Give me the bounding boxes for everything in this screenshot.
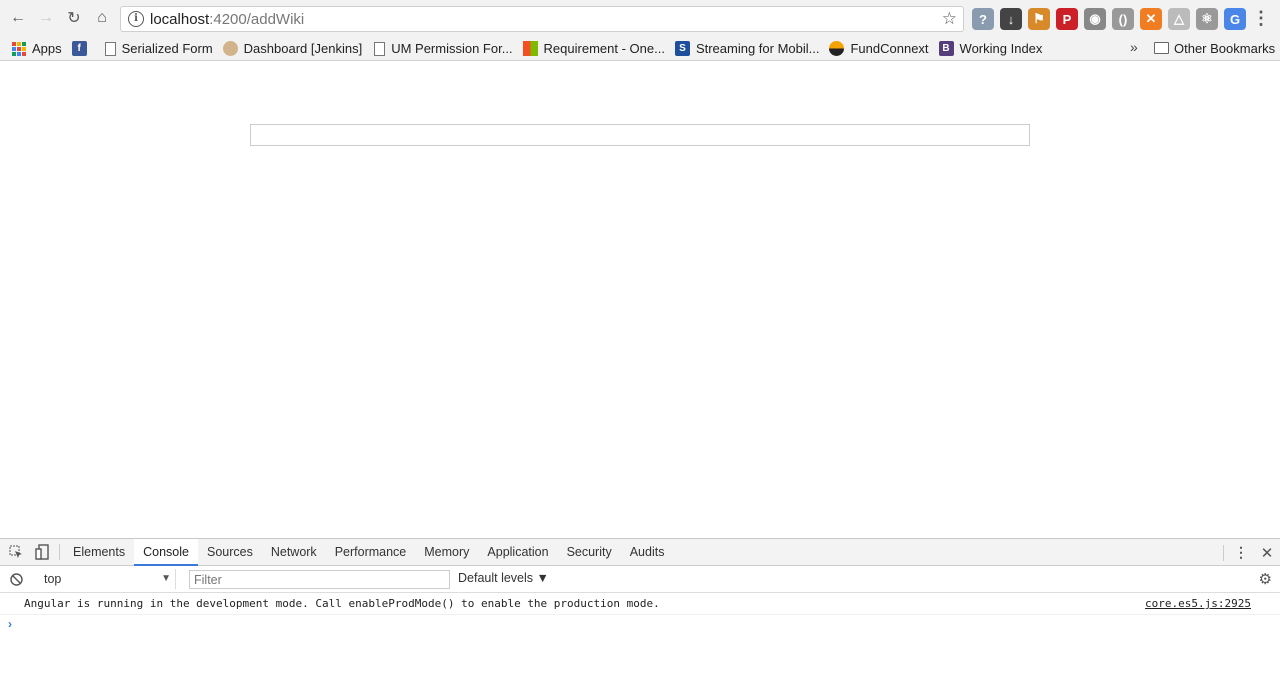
apps-grid-icon xyxy=(12,41,26,56)
bookmark-dashboard-jenkins[interactable]: Dashboard [Jenkins] xyxy=(219,38,369,60)
flag-icon[interactable]: ⚑ xyxy=(1028,8,1050,30)
console-toolbar: top ▼ Default levels ▼ ⚙ xyxy=(0,566,1280,593)
close-devtools-icon[interactable]: ✕ xyxy=(1254,540,1280,566)
devtools-menu-icon[interactable]: ⋮ xyxy=(1228,540,1254,566)
console-message-text: Angular is running in the development mo… xyxy=(24,597,660,610)
page-icon xyxy=(104,41,116,56)
code-icon[interactable]: () xyxy=(1112,8,1134,30)
clear-console-icon[interactable] xyxy=(3,566,29,592)
fundconnext-icon xyxy=(829,41,845,56)
translate-badge-icon[interactable]: ? xyxy=(972,8,994,30)
jenkins-icon xyxy=(222,41,238,56)
browser-menu-icon[interactable]: ⋮ xyxy=(1252,8,1270,29)
back-button[interactable]: ← xyxy=(4,4,32,32)
other-bookmarks-label: Other Bookmarks xyxy=(1174,40,1276,56)
bookmark-streaming[interactable]: S Streaming for Mobil... xyxy=(671,38,826,60)
facebook-icon: f xyxy=(71,41,87,56)
bookmark-apps[interactable]: Apps xyxy=(8,38,68,60)
url-text[interactable]: localhost:4200/addWiki xyxy=(150,11,304,28)
wiki-input[interactable] xyxy=(250,124,1030,146)
dropdown-arrow-icon: ▼ xyxy=(161,573,171,584)
other-bookmarks[interactable]: Other Bookmarks xyxy=(1150,37,1280,59)
reload-button[interactable]: ↻ xyxy=(60,4,88,32)
google-translate-icon[interactable]: G xyxy=(1224,8,1246,30)
tab-application[interactable]: Application xyxy=(478,539,557,566)
inspect-element-icon[interactable] xyxy=(3,539,29,565)
devtools-tabbar: Elements Console Sources Network Performance… xyxy=(0,538,1280,566)
tab-network[interactable]: Network xyxy=(262,539,326,566)
browser-toolbar: ← → ↻ ⌂ i localhost:4200/addWiki ☆ ? ↓ ⚑ P ◉… xyxy=(0,0,1280,37)
devtools-separator xyxy=(1223,544,1224,561)
device-toolbar-icon[interactable] xyxy=(29,539,55,565)
camera-icon[interactable]: ◉ xyxy=(1084,8,1106,30)
bookmark-working-index[interactable]: B Working Index xyxy=(935,38,1049,60)
home-button[interactable]: ⌂ xyxy=(88,4,116,32)
microsoft-icon xyxy=(522,41,538,56)
arrow-right-icon: → xyxy=(38,9,54,26)
gear-icon[interactable]: ⚙ xyxy=(1259,570,1272,588)
bookmark-facebook[interactable]: f xyxy=(68,38,99,60)
console-filter-input[interactable] xyxy=(189,570,450,589)
bookmark-serialized-form[interactable]: Serialized Form xyxy=(99,38,219,60)
bookmark-label: Serialized Form xyxy=(121,41,213,56)
bootstrap-icon: B xyxy=(938,41,954,56)
orange-circle-icon[interactable]: ✕ xyxy=(1140,8,1162,30)
devtools-panel: Elements Console Sources Network Performance… xyxy=(0,538,1280,699)
bookmark-star-icon[interactable]: ☆ xyxy=(942,9,957,29)
console-prompt[interactable]: › xyxy=(8,617,12,631)
tab-performance[interactable]: Performance xyxy=(326,539,416,566)
home-icon: ⌂ xyxy=(97,9,107,26)
forward-button[interactable]: → xyxy=(32,4,60,32)
console-message: Angular is running in the development mo… xyxy=(0,593,1280,615)
folder-icon xyxy=(1154,42,1169,54)
devtools-separator xyxy=(59,544,60,560)
address-bar[interactable]: i localhost:4200/addWiki ☆ xyxy=(120,6,964,32)
tab-sources[interactable]: Sources xyxy=(198,539,262,566)
pinterest-icon[interactable]: P xyxy=(1056,8,1078,30)
bookmark-requirement[interactable]: Requirement - One... xyxy=(519,38,671,60)
bookmark-label: Requirement - One... xyxy=(543,41,665,56)
arrow-left-icon: ← xyxy=(10,9,26,26)
bookmark-label: UM Permission For... xyxy=(391,41,513,56)
context-value: top xyxy=(44,572,62,586)
bookmark-label: Streaming for Mobil... xyxy=(695,41,820,56)
context-selector[interactable]: top ▼ xyxy=(36,569,176,589)
bookmark-label: Working Index xyxy=(959,41,1043,56)
info-icon[interactable]: i xyxy=(128,11,144,27)
tab-console[interactable]: Console xyxy=(134,538,198,566)
react-icon[interactable]: ⚛ xyxy=(1196,8,1218,30)
tab-audits[interactable]: Audits xyxy=(621,539,674,566)
tab-elements[interactable]: Elements xyxy=(64,539,134,566)
bookmark-um-permission[interactable]: UM Permission For... xyxy=(368,38,518,60)
bookmarks-bar: Apps f Serialized Form Dashboard [Jenkins] U… xyxy=(0,37,1280,61)
console-message-source-link[interactable]: core.es5.js:2925 xyxy=(1145,593,1251,615)
triangle-icon[interactable]: △ xyxy=(1168,8,1190,30)
bookmark-label: Dashboard [Jenkins] xyxy=(243,41,363,56)
bookmark-label: FundConnext xyxy=(850,41,929,56)
streaming-icon: S xyxy=(674,41,690,56)
page-icon xyxy=(374,41,386,56)
tab-security[interactable]: Security xyxy=(558,539,621,566)
tab-memory[interactable]: Memory xyxy=(415,539,478,566)
log-levels-dropdown[interactable]: Default levels ▼ xyxy=(458,571,549,585)
bookmark-label: Apps xyxy=(32,41,62,56)
bookmarks-more-button[interactable]: » xyxy=(1130,39,1138,55)
download-icon[interactable]: ↓ xyxy=(1000,8,1022,30)
reload-icon: ↻ xyxy=(67,10,81,27)
bookmark-fundconnext[interactable]: FundConnext xyxy=(825,38,934,60)
extension-icons: ? ↓ ⚑ P ◉ () ✕ △ ⚛ G xyxy=(972,8,1252,30)
